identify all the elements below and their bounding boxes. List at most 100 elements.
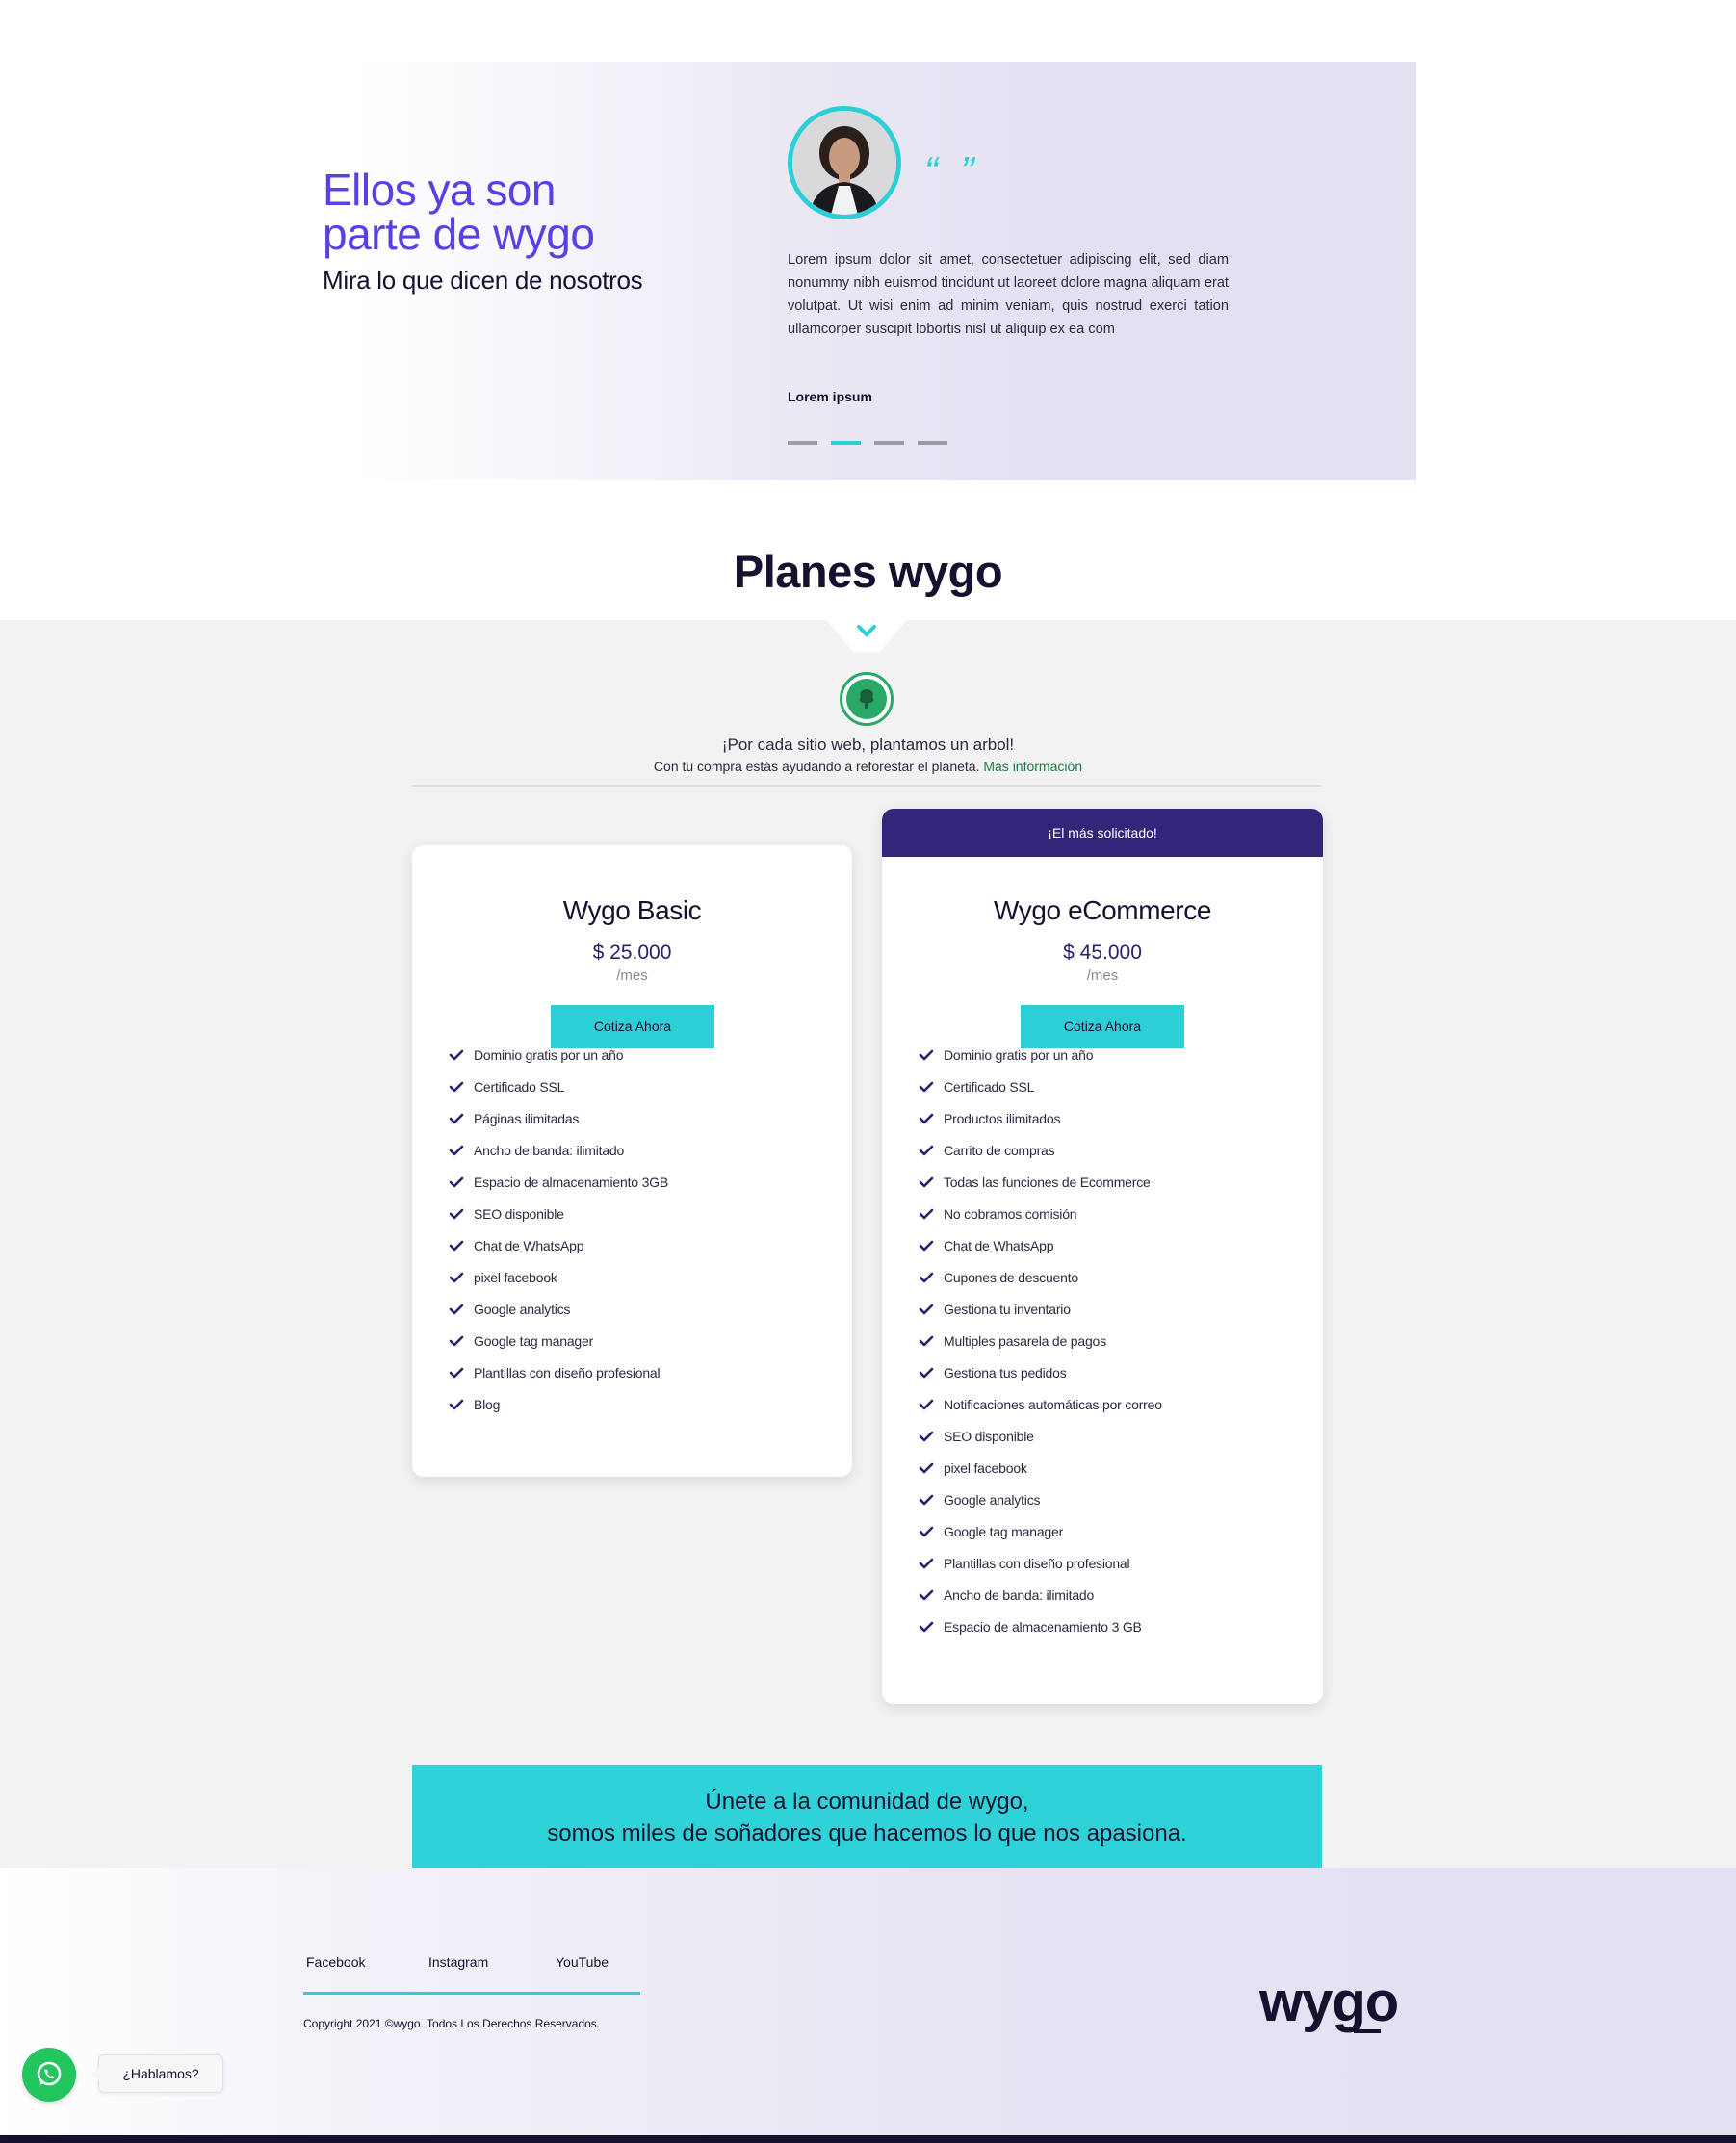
tree-subline: Con tu compra estás ayudando a reforesta…	[0, 759, 1736, 774]
feature-item: No cobramos comisión	[919, 1198, 1162, 1229]
community-banner: Únete a la comunidad de wygo, somos mile…	[412, 1765, 1322, 1868]
plan-card-basic: Wygo Basic $ 25.000 /mes Cotiza Ahora Do…	[412, 845, 852, 1477]
check-icon	[919, 1335, 944, 1347]
feature-label: Notificaciones automáticas por correo	[944, 1396, 1162, 1412]
feature-label: Carrito de compras	[944, 1142, 1055, 1158]
quote-icon: “ ”	[924, 148, 980, 194]
check-icon	[449, 1399, 474, 1410]
logo-underline	[1354, 2029, 1381, 2033]
plans-section	[0, 620, 1736, 1868]
check-icon	[919, 1526, 944, 1537]
most-requested-badge: ¡El más solicitado!	[882, 809, 1323, 857]
footer-bottom-bar	[0, 2135, 1736, 2143]
feature-item: Certificado SSL	[449, 1071, 668, 1102]
feature-list-ecommerce: Dominio gratis por un año Certificado SSL…	[919, 1039, 1162, 1642]
feature-label: Dominio gratis por un año	[474, 1046, 624, 1063]
feature-item: Plantillas con diseño profesional	[919, 1547, 1162, 1579]
plan-period-basic: /mes	[616, 968, 648, 984]
testimonial-title: Ellos ya son parte de wygo	[323, 165, 595, 256]
divider	[412, 785, 1321, 787]
feature-item: Ancho de banda: ilimitado	[449, 1134, 668, 1166]
carousel-dot-2[interactable]	[831, 441, 861, 445]
feature-item: Páginas ilimitadas	[449, 1102, 668, 1134]
plan-title-ecommerce: Wygo eCommerce	[994, 895, 1211, 925]
feature-label: Certificado SSL	[944, 1078, 1035, 1095]
testimonial-section: Ellos ya son parte de wygo Mira lo que d…	[0, 62, 1416, 480]
feature-label: Chat de WhatsApp	[944, 1237, 1054, 1253]
carousel-dot-3[interactable]	[874, 441, 904, 445]
copyright: Copyright 2021 ©wygo. Todos Los Derechos…	[303, 2017, 601, 2030]
instagram-link[interactable]: Instagram	[426, 1954, 553, 1992]
carousel-dot-1[interactable]	[788, 441, 817, 445]
banner-line2: somos miles de soñadores que hacemos lo …	[547, 1820, 1187, 1846]
feature-label: pixel facebook	[474, 1269, 557, 1285]
feature-label: Espacio de almacenamiento 3GB	[474, 1174, 668, 1190]
feature-label: Todas las funciones de Ecommerce	[944, 1174, 1151, 1190]
check-icon	[919, 1621, 944, 1633]
feature-label: Ancho de banda: ilimitado	[944, 1587, 1095, 1603]
carousel-dots	[788, 441, 947, 445]
check-icon	[919, 1145, 944, 1156]
feature-item: Espacio de almacenamiento 3GB	[449, 1166, 668, 1198]
check-icon	[449, 1304, 474, 1315]
testimonial-avatar	[788, 106, 901, 219]
check-icon	[449, 1113, 474, 1124]
feature-label: Dominio gratis por un año	[944, 1046, 1094, 1063]
check-icon	[919, 1367, 944, 1379]
check-icon	[919, 1081, 944, 1093]
plan-price-basic: $ 25.000	[592, 942, 672, 964]
plan-card-ecommerce: ¡El más solicitado! Wygo eCommerce $ 45.…	[882, 809, 1323, 1704]
plan-price-ecommerce: $ 45.000	[1063, 942, 1142, 964]
wygo-logo[interactable]: wygo	[1259, 1970, 1399, 2034]
feature-label: Gestiona tu inventario	[944, 1301, 1071, 1317]
youtube-link[interactable]: YouTube	[553, 1954, 609, 1992]
feature-label: No cobramos comisión	[944, 1205, 1077, 1222]
testimonial-title-line1: Ellos ya son	[323, 165, 557, 215]
feature-item: Google tag manager	[449, 1325, 668, 1356]
footer	[0, 1868, 1736, 2135]
whatsapp-icon	[37, 2061, 62, 2086]
feature-item: Dominio gratis por un año	[449, 1039, 668, 1071]
more-info-link[interactable]: Más información	[983, 759, 1082, 774]
feature-label: Multiples pasarela de pagos	[944, 1332, 1106, 1349]
feature-item: Chat de WhatsApp	[919, 1229, 1162, 1261]
testimonial-text: Lorem ipsum dolor sit amet, consectetuer…	[788, 252, 1229, 337]
feature-item: Gestiona tu inventario	[919, 1293, 1162, 1325]
feature-item: Todas las funciones de Ecommerce	[919, 1166, 1162, 1198]
check-icon	[449, 1145, 474, 1156]
feature-label: Ancho de banda: ilimitado	[474, 1142, 625, 1158]
feature-item: Dominio gratis por un año	[919, 1039, 1162, 1071]
feature-item: Plantillas con diseño profesional	[449, 1356, 668, 1388]
check-icon	[449, 1081, 474, 1093]
check-icon	[919, 1272, 944, 1283]
feature-label: Plantillas con diseño profesional	[944, 1555, 1130, 1571]
tree-icon	[859, 689, 874, 709]
facebook-link[interactable]: Facebook	[303, 1954, 426, 1992]
feature-label: Plantillas con diseño profesional	[474, 1364, 661, 1381]
feature-item: Google analytics	[449, 1293, 668, 1325]
check-icon	[449, 1049, 474, 1061]
feature-label: Chat de WhatsApp	[474, 1237, 584, 1253]
check-icon	[919, 1240, 944, 1252]
feature-item: Carrito de compras	[919, 1134, 1162, 1166]
plans-title: Planes wygo	[733, 546, 1003, 597]
feature-item: Espacio de almacenamiento 3 GB	[919, 1611, 1162, 1642]
check-icon	[919, 1049, 944, 1061]
feature-label: Certificado SSL	[474, 1078, 565, 1095]
feature-label: Google tag manager	[474, 1332, 594, 1349]
check-icon	[919, 1304, 944, 1315]
check-icon	[919, 1462, 944, 1474]
feature-label: SEO disponible	[944, 1428, 1034, 1444]
whatsapp-chat-bubble[interactable]: ¿Hablamos?	[91, 2054, 223, 2093]
feature-item: Google analytics	[919, 1484, 1162, 1515]
check-icon	[449, 1176, 474, 1188]
feature-item: Cupones de descuento	[919, 1261, 1162, 1293]
carousel-dot-4[interactable]	[918, 441, 947, 445]
feature-item: Notificaciones automáticas por correo	[919, 1388, 1162, 1420]
feature-label: pixel facebook	[944, 1459, 1027, 1476]
whatsapp-button[interactable]	[22, 2048, 76, 2102]
feature-item: Certificado SSL	[919, 1071, 1162, 1102]
tree-badge	[840, 672, 894, 726]
chevron-down-icon	[857, 625, 876, 637]
feature-label: Google analytics	[474, 1301, 571, 1317]
